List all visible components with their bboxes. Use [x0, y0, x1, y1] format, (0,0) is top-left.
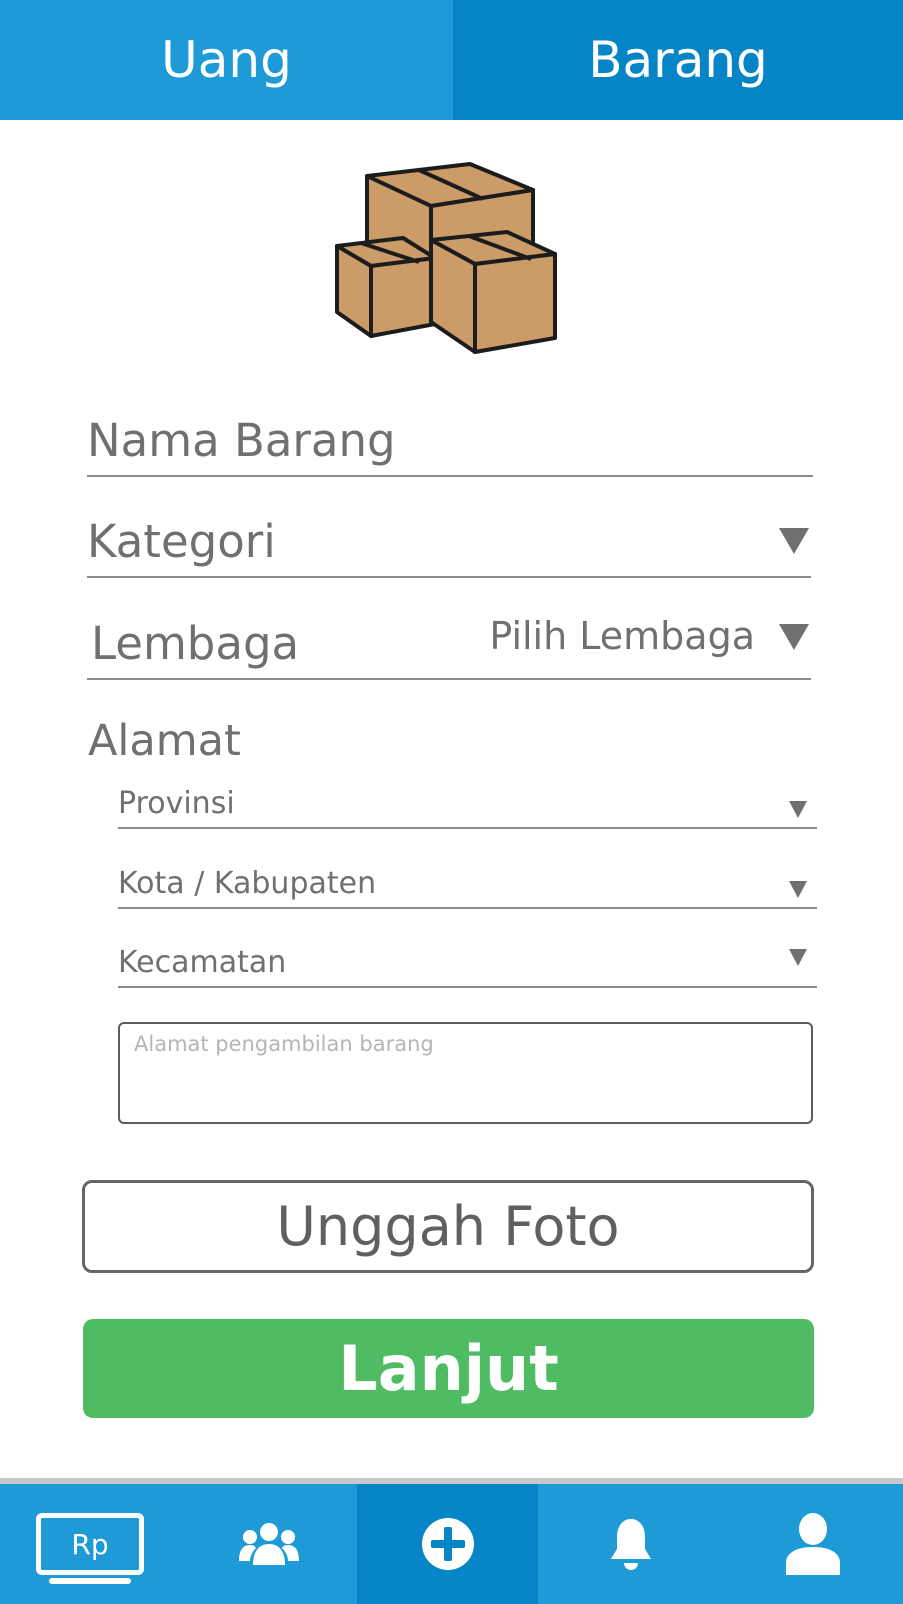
- users-icon: [238, 1523, 299, 1565]
- kota-kabupaten-dropdown[interactable]: Kota / Kabupaten: [118, 855, 817, 909]
- lanjut-label: Lanjut: [338, 1332, 559, 1405]
- unggah-foto-label: Unggah Foto: [276, 1195, 620, 1258]
- provinsi-label: Provinsi: [118, 786, 235, 821]
- nama-barang-placeholder: Nama Barang: [87, 414, 396, 467]
- nav-donasi[interactable]: Rp: [0, 1484, 180, 1604]
- kecamatan-dropdown[interactable]: Kecamatan: [118, 934, 817, 988]
- rp-monitor-icon: Rp: [36, 1513, 144, 1584]
- bell-icon: [610, 1519, 651, 1570]
- unggah-foto-button[interactable]: Unggah Foto: [82, 1180, 814, 1273]
- tab-uang[interactable]: Uang: [0, 0, 453, 120]
- dropdown-triangle-icon: [789, 801, 807, 818]
- kategori-dropdown[interactable]: Kategori: [87, 508, 811, 578]
- dropdown-triangle-icon: [789, 881, 807, 898]
- nav-profil[interactable]: [723, 1484, 903, 1604]
- nav-notifikasi[interactable]: [538, 1484, 723, 1604]
- kategori-label: Kategori: [87, 515, 276, 568]
- nav-komunitas[interactable]: [180, 1484, 357, 1604]
- kecamatan-label: Kecamatan: [118, 945, 287, 980]
- lembaga-selected-value: Pilih Lembaga: [489, 614, 755, 658]
- plus-circle-icon: [421, 1518, 474, 1570]
- alamat-pengambilan-textarea[interactable]: Alamat pengambilan barang: [118, 1022, 813, 1124]
- rp-text: Rp: [71, 1527, 109, 1561]
- tab-barang[interactable]: Barang: [453, 0, 903, 120]
- lembaga-dropdown[interactable]: Lembaga Pilih Lembaga: [87, 605, 811, 680]
- dropdown-triangle-icon: [779, 624, 809, 650]
- lembaga-label: Lembaga: [91, 617, 300, 670]
- provinsi-dropdown[interactable]: Provinsi: [118, 775, 817, 829]
- lanjut-button[interactable]: Lanjut: [83, 1319, 814, 1418]
- dropdown-triangle-icon: [789, 949, 807, 966]
- cardboard-boxes-icon: [335, 162, 557, 354]
- kota-kabupaten-label: Kota / Kabupaten: [118, 866, 377, 901]
- user-icon: [786, 1513, 840, 1575]
- nama-barang-field[interactable]: Nama Barang: [87, 405, 813, 477]
- nav-tambah[interactable]: [357, 1484, 538, 1604]
- bottom-navigation: Rp: [0, 1484, 903, 1604]
- alamat-section-title: Alamat: [88, 716, 241, 766]
- top-tab-bar: Uang Barang: [0, 0, 903, 120]
- alamat-pengambilan-placeholder: Alamat pengambilan barang: [134, 1032, 434, 1056]
- dropdown-triangle-icon: [779, 528, 809, 554]
